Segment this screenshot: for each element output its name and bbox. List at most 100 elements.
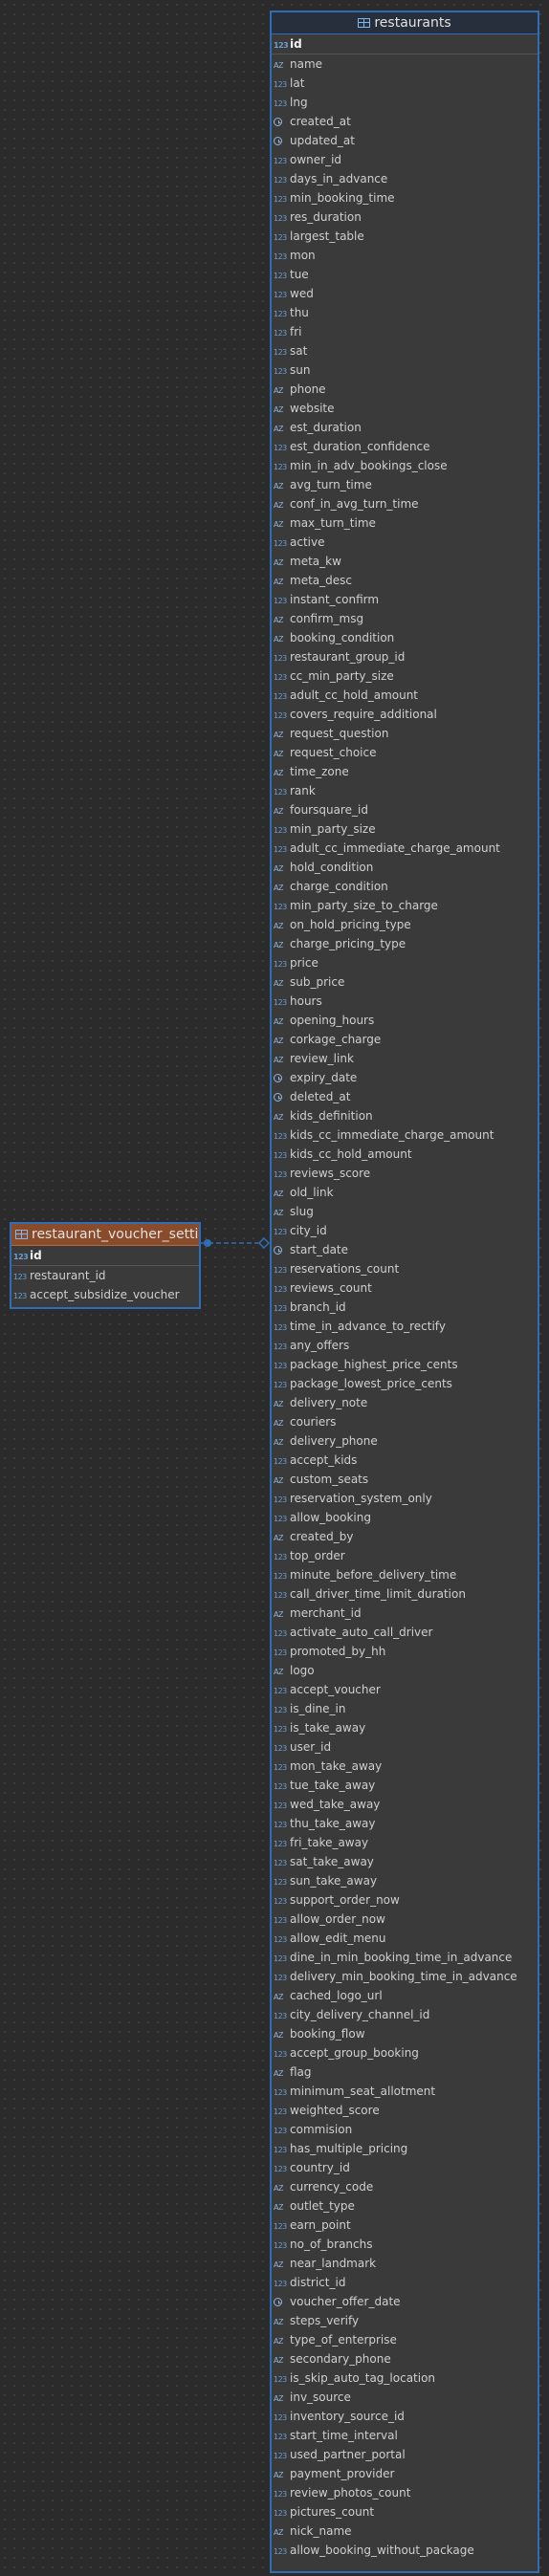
column-row[interactable]: 123 commision [272,2120,538,2139]
column-row[interactable]: 123 weighted_score [272,2101,538,2120]
column-row[interactable]: 123 owner_id [272,150,538,169]
column-row[interactable]: AZ nick_name [272,2521,538,2541]
column-row[interactable]: 123 no_of_branchs [272,2235,538,2254]
column-row[interactable]: 123 allow_booking_without_package [272,2541,538,2560]
column-row[interactable]: AZ couriers [272,1412,538,1431]
column-row[interactable]: 123 instant_confirm [272,590,538,609]
column-row[interactable]: 123 sat_take_away [272,1852,538,1871]
column-row[interactable]: 123 fri_take_away [272,1833,538,1852]
column-row[interactable]: 123 restaurant_group_id [272,647,538,666]
column-row[interactable]: deleted_at [272,1087,538,1106]
column-row[interactable]: AZ meta_desc [272,571,538,590]
column-row[interactable]: AZ hold_condition [272,858,538,877]
column-row[interactable]: 123 pictures_count [272,2502,538,2521]
column-row[interactable]: AZ charge_pricing_type [272,934,538,953]
column-row[interactable]: 123 reviews_score [272,1164,538,1183]
column-row[interactable]: 123 minute_before_delivery_time [272,1565,538,1584]
column-row[interactable]: AZ review_link [272,1049,538,1068]
column-row[interactable]: 123 mon_take_away [272,1757,538,1776]
column-row[interactable]: 123 accept_subsidize_voucher [11,1285,199,1304]
column-row[interactable]: 123 tue [272,265,538,284]
column-row[interactable]: 123 district_id [272,2273,538,2292]
entity-header[interactable]: restaurant_voucher_settin [11,1224,199,1246]
column-row[interactable]: 123 adult_cc_immediate_charge_amount [272,839,538,858]
column-row[interactable]: 123 min_booking_time [272,188,538,207]
column-row[interactable]: AZ foursquare_id [272,800,538,819]
column-row[interactable]: AZ delivery_note [272,1393,538,1412]
column-row[interactable]: 123 mon [272,246,538,265]
column-row[interactable]: 123 lng [272,93,538,112]
column-row[interactable]: 123 support_order_now [272,1890,538,1910]
column-row[interactable]: 123 kids_cc_immediate_charge_amount [272,1125,538,1145]
column-row[interactable]: AZ inv_source [272,2388,538,2407]
column-row[interactable]: 123 price [272,953,538,972]
column-row[interactable]: AZ secondary_phone [272,2349,538,2369]
column-row[interactable]: AZ kids_definition [272,1106,538,1125]
column-row[interactable]: 123 reviews_count [272,1278,538,1298]
column-row[interactable]: AZ time_zone [272,762,538,781]
column-row[interactable]: 123 wed_take_away [272,1795,538,1814]
column-row[interactable]: 123 thu [272,303,538,322]
column-row[interactable]: AZ booking_condition [272,628,538,647]
column-row[interactable]: AZ charge_condition [272,877,538,896]
column-row[interactable]: 123 hours [272,992,538,1011]
column-row[interactable]: AZ avg_turn_time [272,475,538,494]
column-row[interactable]: AZ phone [272,380,538,399]
column-row[interactable]: 123 est_duration_confidence [272,437,538,456]
primary-key-row[interactable]: 123 id [11,1246,199,1266]
column-row[interactable]: 123 time_in_advance_to_rectify [272,1317,538,1336]
column-row[interactable]: AZ currency_code [272,2177,538,2196]
entity-restaurants[interactable]: restaurants 123 id AZ name 123 lat 123 lng crea… [270,11,539,2573]
column-row[interactable]: 123 reservation_system_only [272,1489,538,1508]
primary-key-row[interactable]: 123 id [272,34,538,55]
column-row[interactable]: AZ flag [272,2063,538,2082]
column-row[interactable]: 123 reservations_count [272,1259,538,1278]
column-row[interactable]: AZ near_landmark [272,2254,538,2273]
column-row[interactable]: 123 allow_edit_menu [272,1929,538,1948]
column-row[interactable]: created_at [272,112,538,131]
column-row[interactable]: 123 sun_take_away [272,1871,538,1890]
entity-header[interactable]: restaurants [272,12,538,34]
column-row[interactable]: 123 any_offers [272,1336,538,1355]
column-row[interactable]: AZ booking_flow [272,2024,538,2043]
column-row[interactable]: AZ opening_hours [272,1011,538,1030]
column-row[interactable]: 123 delivery_min_booking_time_in_advance [272,1967,538,1986]
column-row[interactable]: 123 used_partner_portal [272,2445,538,2464]
column-row[interactable]: AZ on_hold_pricing_type [272,915,538,934]
column-row[interactable]: AZ created_by [272,1527,538,1546]
column-row[interactable]: 123 start_time_interval [272,2426,538,2445]
column-row[interactable]: AZ est_duration [272,418,538,437]
column-row[interactable]: AZ type_of_enterprise [272,2330,538,2349]
column-row[interactable]: AZ steps_verify [272,2311,538,2330]
column-row[interactable]: 123 package_lowest_price_cents [272,1374,538,1393]
column-row[interactable]: 123 active [272,533,538,552]
column-row[interactable]: 123 accept_group_booking [272,2043,538,2063]
column-row[interactable]: created_at [11,1304,199,1307]
column-row[interactable]: 123 largest_table [272,227,538,246]
column-row[interactable]: AZ conf_in_avg_turn_time [272,494,538,513]
column-row[interactable]: 123 top_order [272,1546,538,1565]
column-row[interactable]: 123 fri [272,322,538,341]
column-row[interactable]: 123 city_delivery_channel_id [272,2005,538,2024]
column-row[interactable]: AZ slug [272,1202,538,1221]
column-row[interactable]: 123 sat [272,341,538,360]
column-row[interactable]: AZ outlet_type [272,2196,538,2216]
column-row[interactable]: 123 package_highest_price_cents [272,1355,538,1374]
column-row[interactable]: AZ request_question [272,724,538,743]
column-row[interactable]: 123 city_id [272,1221,538,1240]
column-row[interactable]: 123 kids_cc_hold_amount [272,1145,538,1164]
column-row[interactable]: 123 earn_point [272,2216,538,2235]
column-row[interactable]: 123 tue_take_away [272,1776,538,1795]
column-row[interactable]: 123 allow_order_now [272,1910,538,1929]
column-row[interactable]: 123 is_dine_in [272,1699,538,1718]
column-row[interactable]: AZ max_turn_time [272,513,538,533]
column-row[interactable]: AZ request_choice [272,743,538,762]
column-row[interactable]: 123 min_in_adv_bookings_close [272,456,538,475]
column-row[interactable]: 123 is_skip_auto_tag_location [272,2369,538,2388]
column-row[interactable]: 123 has_multiple_pricing [272,2139,538,2158]
column-row[interactable]: AZ confirm_msg [272,609,538,628]
column-row[interactable]: 123 covers_require_additional [272,705,538,724]
column-row[interactable]: 123 activate_auto_call_driver [272,1623,538,1642]
column-row[interactable]: 123 restaurant_id [11,1266,199,1285]
column-row[interactable]: 123 minimum_seat_allotment [272,2082,538,2101]
